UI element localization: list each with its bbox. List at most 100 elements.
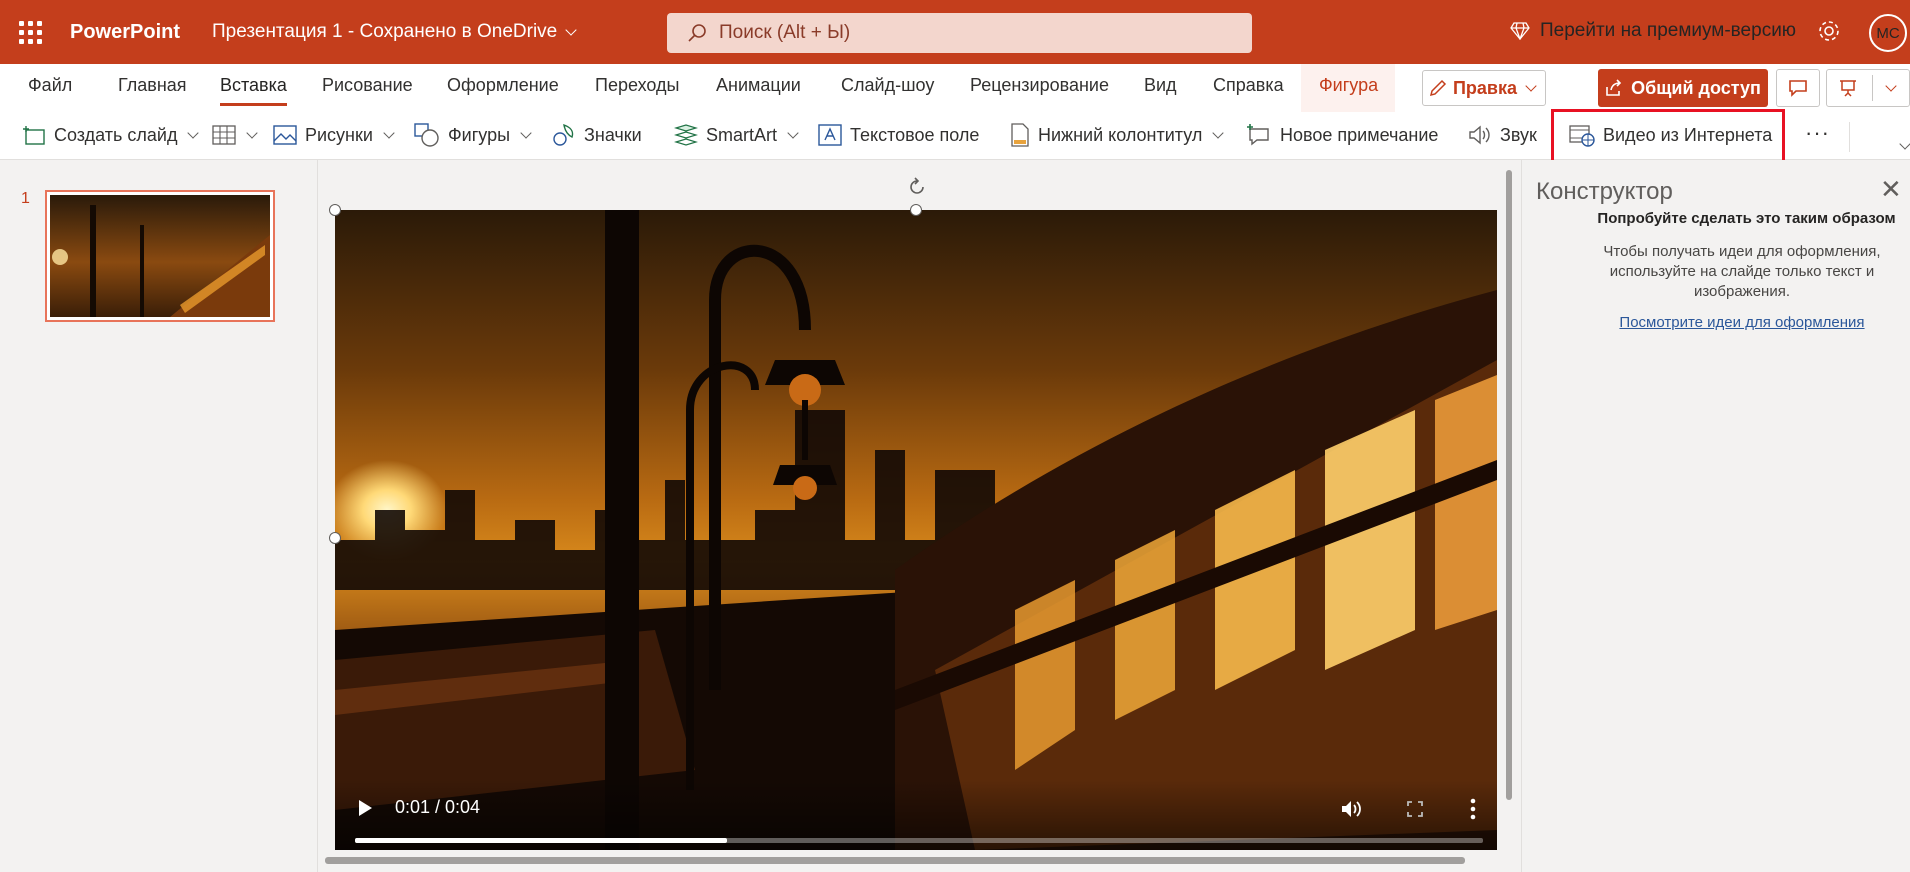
slide-thumbnail[interactable]	[45, 190, 275, 322]
video-time: 0:01 / 0:04	[395, 797, 481, 817]
tab-file[interactable]: Файл	[28, 75, 72, 96]
tab-shape-format[interactable]: Фигура	[1319, 75, 1378, 96]
picture-icon	[273, 125, 297, 145]
tab-view[interactable]: Вид	[1144, 75, 1177, 96]
new-slide-label: Создать слайд	[54, 124, 178, 145]
chevron-down-icon	[187, 127, 200, 139]
textbox-button[interactable]: Текстовое поле	[818, 122, 979, 148]
chevron-down-icon	[565, 24, 577, 36]
designer-title: Конструктор	[1536, 178, 1673, 205]
designer-subtitle: Попробуйте сделать это таким образом	[1597, 210, 1896, 227]
tab-animations[interactable]: Анимации	[716, 75, 801, 96]
new-comment-icon	[1247, 124, 1269, 146]
rotate-handle-icon[interactable]	[906, 176, 928, 198]
header-footer-button[interactable]: Нижний колонтитул	[1010, 122, 1226, 148]
presentation-icon	[1839, 80, 1856, 97]
share-button[interactable]: Общий доступ	[1598, 69, 1768, 107]
edit-mode-button[interactable]: Правка	[1422, 70, 1546, 106]
play-icon[interactable]	[359, 800, 372, 816]
red-highlight-box	[1551, 109, 1785, 163]
textbox-label: Текстовое поле	[850, 124, 980, 145]
shapes-label: Фигуры	[448, 124, 511, 145]
table-button[interactable]	[212, 122, 260, 148]
chevron-down-icon	[1525, 80, 1537, 92]
tab-transitions[interactable]: Переходы	[595, 75, 679, 96]
design-ideas-link[interactable]: Посмотрите идеи для оформления	[1582, 314, 1902, 331]
resize-handle-top-left[interactable]	[329, 204, 341, 216]
table-icon	[212, 125, 236, 145]
present-button[interactable]	[1826, 69, 1910, 107]
new-slide-icon	[23, 126, 45, 145]
video-frame[interactable]	[335, 210, 1497, 850]
app-launcher-button[interactable]	[0, 0, 60, 64]
video-controls: 0:01 / 0:04	[335, 780, 1497, 850]
shapes-icon	[414, 123, 439, 147]
volume-icon[interactable]	[1341, 799, 1363, 819]
document-title-text: Презентация 1 - Сохранено в OneDrive	[212, 21, 558, 42]
footer-icon	[1011, 123, 1029, 147]
horizontal-scrollbar[interactable]	[325, 857, 1465, 864]
icons-label: Значки	[584, 124, 642, 145]
slide-thumbnail-image	[50, 195, 270, 317]
vertical-scrollbar[interactable]	[1506, 170, 1512, 800]
tab-review[interactable]: Рецензирование	[970, 75, 1109, 96]
tab-design[interactable]: Оформление	[447, 75, 559, 96]
chevron-down-icon	[246, 127, 258, 139]
fullscreen-icon[interactable]	[1407, 801, 1423, 817]
smartart-icon	[674, 124, 698, 146]
slide-number: 1	[21, 190, 30, 207]
designer-hint: Чтобы получать идеи для оформления, испо…	[1603, 243, 1881, 300]
share-icon	[1606, 79, 1622, 96]
video-progress-fill	[355, 838, 728, 843]
audio-label: Звук	[1500, 124, 1537, 145]
audio-button[interactable]: Звук	[1468, 122, 1537, 148]
ribbon-separator	[1849, 122, 1850, 152]
more-commands-button[interactable]: ···	[1805, 120, 1830, 146]
smartart-label: SmartArt	[706, 124, 778, 145]
resize-handle-left[interactable]	[329, 532, 341, 544]
tab-draw[interactable]: Рисование	[322, 75, 413, 96]
pencil-icon	[1429, 79, 1447, 97]
tab-home[interactable]: Главная	[118, 75, 187, 96]
premium-link[interactable]: Перейти на премиум-версию	[1510, 20, 1796, 42]
close-icon[interactable]: ✕	[1880, 174, 1902, 205]
comments-button[interactable]	[1776, 69, 1820, 107]
footer-label: Нижний колонтитул	[1038, 124, 1203, 145]
designer-pane: Конструктор ✕ Попробуйте сделать это так…	[1521, 160, 1910, 872]
resize-handle-top[interactable]	[910, 204, 922, 216]
chevron-down-icon	[383, 127, 395, 139]
waffle-icon	[18, 20, 42, 44]
search-box[interactable]: Поиск (Alt + Ы)	[667, 13, 1252, 53]
share-label: Общий доступ	[1631, 77, 1761, 98]
chevron-down-icon	[1212, 127, 1225, 139]
diamond-icon	[1510, 22, 1530, 40]
avatar[interactable]: МС	[1869, 14, 1907, 52]
tab-slideshow[interactable]: Слайд-шоу	[841, 75, 934, 96]
tab-insert[interactable]: Вставка	[220, 75, 287, 106]
edit-mode-label: Правка	[1452, 77, 1518, 98]
pictures-button[interactable]: Рисунки	[273, 122, 397, 148]
smartart-button[interactable]: SmartArt	[674, 122, 801, 148]
gear-icon[interactable]	[1817, 19, 1841, 43]
search-placeholder: Поиск (Alt + Ы)	[719, 22, 851, 43]
search-icon	[688, 24, 706, 42]
chevron-down-icon	[787, 127, 799, 139]
tab-help[interactable]: Справка	[1213, 75, 1284, 96]
video-still-image	[335, 210, 1497, 850]
chevron-down-icon	[520, 127, 532, 139]
premium-label: Перейти на премиум-версию	[1540, 20, 1797, 41]
app-name[interactable]: PowerPoint	[70, 21, 190, 44]
icons-button[interactable]: Значки	[552, 122, 642, 148]
pictures-label: Рисунки	[305, 124, 373, 145]
new-comment-label: Новое примечание	[1280, 124, 1439, 145]
video-progress-bar[interactable]	[355, 838, 1483, 843]
speaker-icon	[1469, 125, 1490, 145]
textbox-icon	[818, 124, 842, 146]
shapes-button[interactable]: Фигуры	[414, 122, 534, 148]
new-comment-button[interactable]: Новое примечание	[1246, 122, 1438, 148]
comment-icon	[1789, 80, 1807, 97]
document-title[interactable]: Презентация 1 - Сохранено в OneDrive	[212, 21, 579, 43]
chevron-down-icon	[1884, 80, 1897, 92]
more-options-icon[interactable]	[1470, 798, 1476, 820]
new-slide-button[interactable]: Создать слайд	[22, 122, 201, 148]
